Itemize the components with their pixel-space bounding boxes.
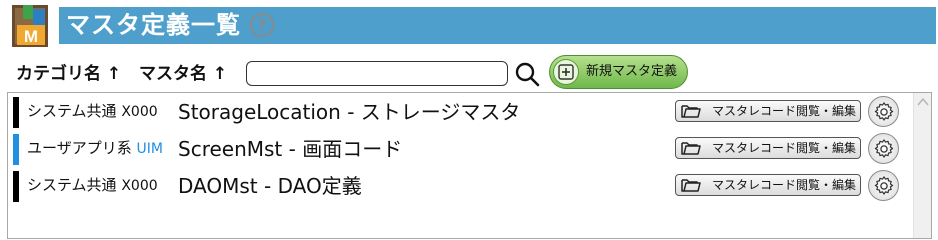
view-edit-records-label: マスタレコード閲覧・編集 — [712, 141, 857, 155]
new-master-definition-button[interactable]: 新規マスタ定義 — [549, 55, 688, 89]
category-code: X000 — [121, 104, 158, 120]
master-name: StorageLocation - ストレージマスタ — [178, 100, 521, 124]
category-marker — [13, 171, 19, 202]
page-title: マスタ定義一覧 — [66, 11, 241, 39]
category-code: X000 — [121, 178, 158, 194]
master-name: ScreenMst - 画面コード — [178, 137, 403, 161]
list-item: ユーザアプリ系 UIM ScreenMst - 画面コード マスタレコード閲覧・… — [8, 131, 912, 167]
view-edit-records-label: マスタレコード閲覧・編集 — [712, 178, 857, 192]
category-marker — [13, 97, 19, 128]
folder-icon — [681, 142, 701, 155]
add-icon — [553, 59, 579, 85]
search-icon[interactable] — [514, 61, 540, 87]
gear-icon — [874, 102, 894, 121]
view-edit-records-button[interactable]: マスタレコード閲覧・編集 — [675, 137, 861, 159]
list-item: システム共通 X000 DAOMst - DAO定義 マスタレコード閲覧・編集 — [8, 168, 912, 204]
vertical-scrollbar[interactable] — [913, 93, 931, 238]
help-icon[interactable]: ? — [250, 13, 274, 37]
list-item: システム共通 X000 StorageLocation - ストレージマスタ マ… — [8, 94, 912, 130]
app-logo-icon: M — [12, 5, 48, 47]
scroll-up-arrow-icon[interactable] — [917, 97, 929, 107]
category-label: システム共通 X000 — [27, 102, 158, 120]
app-logo-letter: M — [24, 27, 38, 46]
folder-icon — [681, 179, 701, 192]
category-label: システム共通 X000 — [27, 176, 158, 194]
new-master-button-label: 新規マスタ定義 — [586, 64, 678, 79]
title-bar: マスタ定義一覧 ? — [59, 7, 936, 44]
category-label: ユーザアプリ系 UIM — [27, 139, 163, 157]
folder-icon — [681, 105, 701, 118]
view-edit-records-button[interactable]: マスタレコード閲覧・編集 — [675, 174, 861, 196]
master-definition-list: システム共通 X000 StorageLocation - ストレージマスタ マ… — [7, 92, 932, 239]
sort-by-category-button[interactable]: カテゴリ名 ↑ — [16, 62, 121, 86]
settings-button[interactable] — [868, 170, 899, 201]
view-edit-records-button[interactable]: マスタレコード閲覧・編集 — [675, 100, 861, 122]
settings-button[interactable] — [868, 133, 899, 164]
gear-icon — [874, 139, 894, 158]
category-marker — [13, 134, 19, 165]
sort-by-master-button[interactable]: マスタ名 ↑ — [139, 62, 227, 86]
search-input[interactable] — [246, 61, 508, 86]
gear-icon — [874, 176, 894, 195]
view-edit-records-label: マスタレコード閲覧・編集 — [712, 104, 857, 118]
category-code: UIM — [136, 141, 163, 157]
settings-button[interactable] — [868, 96, 899, 127]
master-name: DAOMst - DAO定義 — [178, 174, 362, 198]
